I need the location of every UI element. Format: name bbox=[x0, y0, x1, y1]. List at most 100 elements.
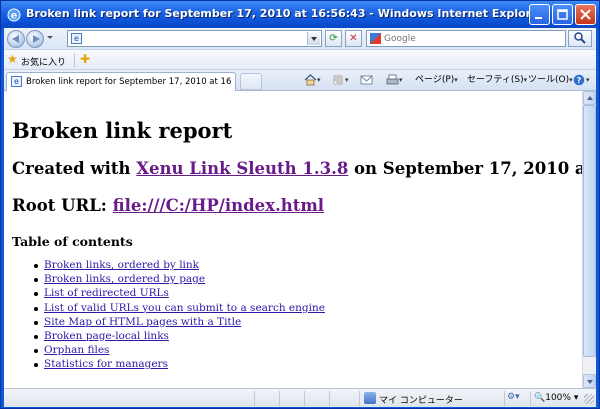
refresh-icon: ⟳ bbox=[329, 33, 338, 44]
list-item: Broken links, ordered by link bbox=[34, 259, 325, 273]
divider bbox=[279, 391, 280, 406]
toc-list: Broken links, ordered by link Broken lin… bbox=[34, 259, 325, 373]
home-button[interactable]: ▾ bbox=[304, 74, 321, 87]
page-icon: e bbox=[11, 76, 22, 87]
search-icon bbox=[574, 32, 586, 44]
toc-link[interactable]: Broken links, ordered by page bbox=[44, 273, 205, 285]
computer-zone-icon bbox=[364, 392, 376, 404]
close-button[interactable] bbox=[575, 4, 596, 25]
toc-link[interactable]: List of valid URLs you can submit to a s… bbox=[44, 302, 325, 314]
title-bar[interactable]: e Broken link report for September 17, 2… bbox=[1, 1, 599, 28]
back-button[interactable] bbox=[7, 30, 25, 48]
search-provider-icon bbox=[370, 33, 381, 44]
status-bar: マイ コンピューター ⚙▾ 🔍100% ▾ bbox=[4, 388, 596, 407]
toc-link[interactable]: Site Map of HTML pages with a Title bbox=[44, 316, 241, 328]
print-icon bbox=[386, 74, 399, 85]
page-menu[interactable]: ページ(P)▾ bbox=[415, 74, 458, 87]
created-with-heading: Created with Xenu Link Sleuth 1.3.8 on S… bbox=[12, 159, 596, 178]
maximize-icon bbox=[557, 9, 568, 20]
zoom-level: 100% bbox=[545, 393, 571, 403]
list-item: Orphan files bbox=[34, 344, 325, 358]
stop-button[interactable]: ✕ bbox=[345, 30, 362, 47]
list-item: Statistics for managers bbox=[34, 358, 325, 372]
search-box[interactable] bbox=[366, 30, 566, 47]
toc-link[interactable]: Broken page-local links bbox=[44, 330, 169, 342]
print-button[interactable]: ▾ bbox=[386, 74, 403, 87]
xenu-link[interactable]: Xenu Link Sleuth 1.3.8 bbox=[136, 159, 348, 178]
list-item: List of redirected URLs bbox=[34, 287, 325, 301]
favorites-button[interactable]: お気に入り bbox=[21, 55, 66, 68]
security-zone[interactable]: マイ コンピューター bbox=[379, 393, 463, 406]
search-input[interactable] bbox=[384, 32, 554, 45]
forward-button[interactable] bbox=[26, 30, 44, 48]
page-viewport[interactable]: Broken link report Created with Xenu Lin… bbox=[4, 91, 596, 388]
home-icon bbox=[304, 74, 317, 86]
resize-grip[interactable] bbox=[584, 394, 594, 404]
divider bbox=[74, 53, 75, 67]
favorites-bar: ★ お気に入り ✚ bbox=[4, 49, 596, 69]
feeds-icon bbox=[333, 75, 343, 85]
back-icon bbox=[12, 35, 19, 43]
divider bbox=[254, 391, 255, 406]
divider bbox=[329, 391, 330, 406]
tools-menu-label: ツール(O) bbox=[528, 75, 570, 85]
toc-link[interactable]: Broken links, ordered by link bbox=[44, 259, 199, 271]
refresh-button[interactable]: ⟳ bbox=[325, 30, 342, 47]
svg-text:?: ? bbox=[577, 76, 582, 85]
page-icon: e bbox=[71, 33, 82, 44]
toc-heading: Table of contents bbox=[12, 234, 133, 249]
scroll-thumb[interactable] bbox=[583, 105, 596, 357]
forward-icon bbox=[33, 35, 40, 43]
divider bbox=[530, 391, 531, 406]
zoom-icon: 🔍 bbox=[534, 393, 546, 403]
list-item: Site Map of HTML pages with a Title bbox=[34, 316, 325, 330]
mail-button[interactable] bbox=[360, 74, 373, 87]
feeds-button[interactable]: ▾ bbox=[332, 74, 349, 87]
help-icon: ? bbox=[573, 74, 585, 86]
divider bbox=[359, 391, 360, 406]
browser-window: e Broken link report for September 17, 2… bbox=[0, 0, 600, 409]
ie-icon: e bbox=[7, 8, 21, 22]
protected-mode-icon[interactable]: ⚙▾ bbox=[507, 392, 525, 404]
page-title: Broken link report bbox=[12, 118, 233, 143]
page-menu-label: ページ(P) bbox=[415, 75, 455, 85]
scroll-down-button[interactable] bbox=[583, 374, 596, 388]
root-url-heading: Root URL: file:///C:/HP/index.html bbox=[12, 196, 324, 215]
address-toolbar: e ⟳ ✕ bbox=[4, 28, 596, 49]
mail-icon bbox=[360, 75, 373, 85]
list-item: Broken links, ordered by page bbox=[34, 273, 325, 287]
scroll-up-button[interactable] bbox=[583, 91, 596, 105]
toc-link[interactable]: List of redirected URLs bbox=[44, 287, 169, 299]
zoom-control[interactable]: 🔍100% ▾ bbox=[534, 393, 578, 403]
vertical-scrollbar[interactable] bbox=[582, 91, 596, 388]
search-button[interactable] bbox=[568, 30, 592, 47]
minimize-button[interactable] bbox=[529, 4, 550, 25]
list-item: Broken page-local links bbox=[34, 330, 325, 344]
recent-pages-dropdown[interactable] bbox=[47, 36, 53, 39]
address-bar[interactable]: e bbox=[67, 30, 322, 47]
address-dropdown-button[interactable] bbox=[307, 32, 320, 45]
root-url-link[interactable]: file:///C:/HP/index.html bbox=[113, 196, 324, 215]
address-input[interactable] bbox=[85, 32, 305, 45]
new-tab-button[interactable] bbox=[240, 73, 262, 90]
safety-menu[interactable]: セーフティ(S)▾ bbox=[467, 74, 527, 87]
toc-link[interactable]: Orphan files bbox=[44, 344, 109, 356]
maximize-button[interactable] bbox=[552, 4, 573, 25]
toc-link[interactable]: Statistics for managers bbox=[44, 358, 168, 370]
tools-menu[interactable]: ツール(O)▾ bbox=[528, 74, 573, 87]
minimize-icon bbox=[535, 17, 542, 19]
svg-text:e: e bbox=[11, 11, 17, 22]
help-button[interactable]: ? ▾ bbox=[573, 74, 590, 87]
stop-icon: ✕ bbox=[349, 33, 358, 44]
safety-menu-label: セーフティ(S) bbox=[467, 75, 524, 85]
add-favorites-icon[interactable]: ✚ bbox=[80, 52, 90, 66]
divider bbox=[304, 391, 305, 406]
list-item: List of valid URLs you can submit to a s… bbox=[34, 302, 325, 316]
created-suffix: on September 17, 2010 at 16:56:43 bbox=[354, 159, 596, 178]
tab-label: Broken link report for September 17, 201… bbox=[26, 77, 231, 87]
divider bbox=[504, 391, 505, 406]
tab-bar: e Broken link report for September 17, 2… bbox=[4, 69, 596, 91]
created-prefix: Created with bbox=[12, 159, 137, 178]
tab-broken-link-report[interactable]: e Broken link report for September 17, 2… bbox=[6, 72, 236, 91]
client-area: e ⟳ ✕ ★ お気に入り ✚ e Broken li bbox=[4, 28, 596, 407]
